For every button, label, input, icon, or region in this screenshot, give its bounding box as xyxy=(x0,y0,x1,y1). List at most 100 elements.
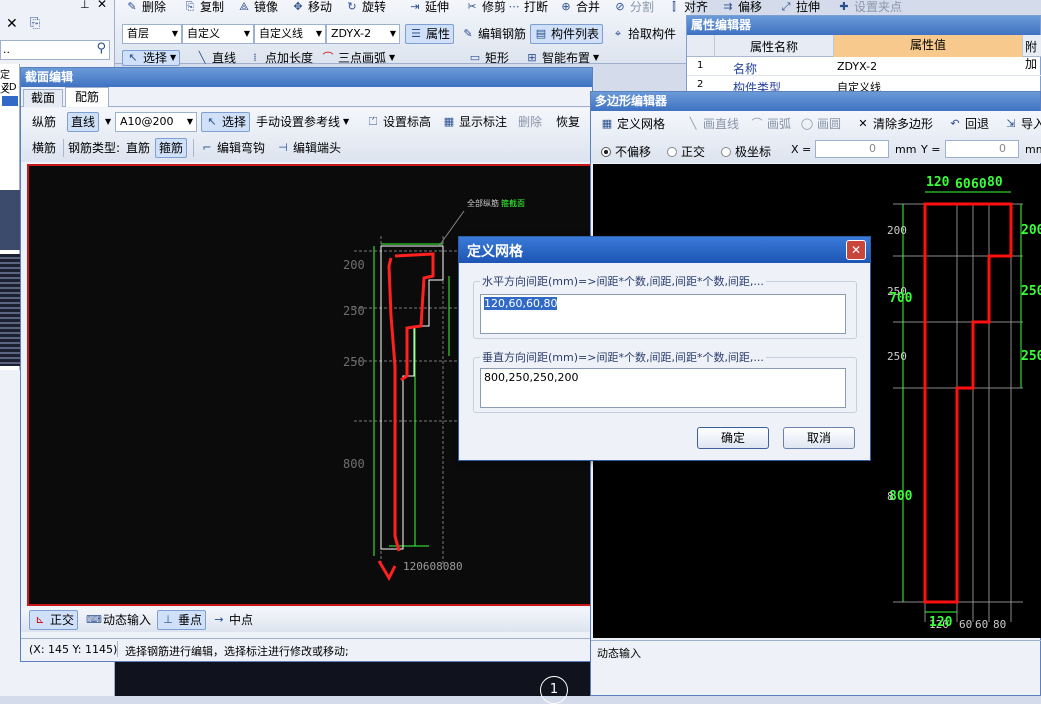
delete-button[interactable]: 删除 xyxy=(515,112,545,132)
close-icon[interactable]: ✕ xyxy=(97,0,107,11)
point-length-button[interactable]: ⁞ 点加长度 xyxy=(245,50,316,66)
radio-polar[interactable]: 极坐标 xyxy=(721,143,771,160)
radio-no-offset[interactable]: 不偏移 xyxy=(601,143,651,160)
import-button[interactable]: ⇲ 导入 xyxy=(1001,114,1041,134)
ok-button[interactable]: 确定 xyxy=(697,427,769,449)
ortho-button[interactable]: ⊾ 正交 xyxy=(29,610,79,630)
search-icon[interactable]: ⚲ xyxy=(96,41,106,56)
cancel-button[interactable]: 取消 xyxy=(783,427,855,449)
perpendicular-button[interactable]: ⊥ 垂点 xyxy=(157,610,207,630)
define-grid-button[interactable]: ▦ 定义网格 xyxy=(597,114,668,134)
x-input[interactable]: 0 xyxy=(815,140,889,158)
edit-rebar-button[interactable]: ✎ 编辑钢筋 xyxy=(458,24,529,44)
three-point-arc-button[interactable]: ⌒ 三点画弧 ▼ xyxy=(318,50,398,66)
toolbar-label-4: 旋转 xyxy=(362,0,387,14)
radio-ortho[interactable]: 正交 xyxy=(667,143,705,160)
perpendicular-label: 垂点 xyxy=(178,613,203,627)
pick-component-button[interactable]: ⌖ 拾取构件 xyxy=(608,24,679,44)
tab-section[interactable]: 截面 xyxy=(23,89,63,107)
select-tool-button[interactable]: ↖ 选择 ▼ xyxy=(122,50,181,66)
radio-icon xyxy=(721,146,731,157)
vertical-spacing-input[interactable]: 800,250,250,200 xyxy=(480,368,846,408)
rebar-spec-value: A10@200 xyxy=(120,115,174,128)
horizontal-spacing-input[interactable]: 120,60,60,80 xyxy=(480,294,846,334)
floor-value: 首层 xyxy=(127,27,149,40)
chevron-down-icon[interactable]: ▼ xyxy=(105,117,111,126)
toolbar-button-4[interactable]: ↻ 旋转 xyxy=(342,0,389,17)
component-list-button[interactable]: ▤ 构件列表 xyxy=(530,24,604,44)
stirrup-button[interactable]: 箍筋 xyxy=(155,138,188,158)
show-dim-button[interactable]: ▦ 显示标注 xyxy=(439,112,510,132)
polygon-shape[interactable] xyxy=(923,202,1013,604)
edit-hook-button[interactable]: ⌐ 编辑弯钩 xyxy=(197,138,268,158)
dynamic-input-icon: ⌨ xyxy=(86,613,102,626)
toolbar-button-2[interactable]: ⟁ 镜像 xyxy=(234,0,281,17)
property-value[interactable]: ZDYX-2 xyxy=(837,60,877,73)
toolbar-icon-9: ⊘ xyxy=(615,0,625,13)
dynamic-input-button[interactable]: ⌨ 动态输入 xyxy=(83,610,154,630)
bar-type-label: 钢筋类型: xyxy=(68,141,121,155)
y-input[interactable]: 0 xyxy=(945,140,1019,158)
list-icon: ▤ xyxy=(535,27,547,40)
chevron-down-icon: ▼ xyxy=(389,29,396,38)
toolbar-button-7[interactable]: ⋯ 打断 xyxy=(504,0,551,17)
property-button[interactable]: ☰ 属性 xyxy=(405,24,455,44)
toolbar-icon-1: ⎘ xyxy=(185,0,195,13)
restore-button[interactable]: 恢复 xyxy=(553,112,583,132)
midpoint-icon: → xyxy=(214,613,224,626)
toolbar-label-3: 移动 xyxy=(308,0,333,14)
status-bar: (X: 145 Y: 1145) 选择钢筋进行编辑，选择标注进行修改或移动; xyxy=(21,638,594,660)
undo-button[interactable]: ↶ 回退 xyxy=(945,114,992,134)
toolbar-button-0[interactable]: ✎ 删除 xyxy=(122,0,169,17)
show-dim-label: 显示标注 xyxy=(459,115,508,129)
toolbar-button-5[interactable]: ⇥ 延伸 xyxy=(405,0,452,17)
toolbar-button-1[interactable]: ⎘ 复制 xyxy=(180,0,227,17)
rectangle-button[interactable]: ▭ 矩形 xyxy=(465,50,512,66)
toolbar-button-9[interactable]: ⊘ 分割 xyxy=(610,0,657,17)
tree-item-zd[interactable]: ZD xyxy=(2,82,17,93)
pin-icon[interactable]: ⊥ xyxy=(80,0,90,11)
dialog-close-button[interactable]: ✕ xyxy=(846,240,866,260)
svg-text:200: 200 xyxy=(343,258,365,272)
close-icon[interactable]: ✕ xyxy=(6,16,18,32)
copy-icon[interactable]: ⎘ xyxy=(30,16,40,31)
toolbar-button-6[interactable]: ✂ 修剪 xyxy=(462,0,509,17)
edit-end-button[interactable]: ⊣ 编辑端头 xyxy=(273,138,344,158)
line-mode-button[interactable]: 直线 xyxy=(67,112,100,132)
midpoint-button[interactable]: → 中点 xyxy=(209,610,256,630)
svg-text:200: 200 xyxy=(1021,223,1041,238)
straight-bar-button[interactable]: 直筋 xyxy=(123,138,153,158)
line-tool-button[interactable]: ╲ 直线 xyxy=(192,50,239,66)
tab-reinforcement[interactable]: 配筋 xyxy=(65,87,109,107)
component-select[interactable]: ZDYX-2 ▼ xyxy=(326,24,400,44)
point-icon: ⁞ xyxy=(253,51,257,64)
svg-text:60: 60 xyxy=(955,177,971,192)
draw-arc-button[interactable]: ⌒ 画弧 xyxy=(747,114,794,134)
toolbar-label-9: 分割 xyxy=(630,0,655,14)
vertical-group: 垂直方向间距(mm)=>间距*个数,间距,间距*个数,间距,... 800,25… xyxy=(473,349,857,413)
search-field[interactable]: .. ⚲ xyxy=(0,40,110,60)
smart-layout-button[interactable]: ⊞ 智能布置 ▼ xyxy=(522,50,602,66)
set-elevation-button[interactable]: ⏍ 设置标高 xyxy=(363,112,434,132)
horizontal-group-label: 水平方向间距(mm)=>间距*个数,间距,间距*个数,间距,... xyxy=(480,273,766,289)
draw-circle-button[interactable]: ◯ 画圆 xyxy=(797,114,844,134)
rebar-spec-select[interactable]: A10@200 ▼ xyxy=(115,112,197,132)
toolbar-button-8[interactable]: ⊕ 合并 xyxy=(556,0,603,17)
select-tool-label: 选择 xyxy=(143,51,168,65)
draw-line-button[interactable]: ╲ 画直线 xyxy=(683,114,742,134)
svg-text:250: 250 xyxy=(1021,349,1041,364)
type-select[interactable]: 自定义线 ▼ xyxy=(254,24,326,44)
tree-item-selected[interactable] xyxy=(2,96,18,106)
clear-polygon-button[interactable]: ✕ 清除多边形 xyxy=(853,114,936,134)
ref-line-button[interactable]: 手动设置参考线 ▼ xyxy=(253,112,352,132)
arc-icon: ⌒ xyxy=(751,117,763,130)
toolbar-button-3[interactable]: ✥ 移动 xyxy=(288,0,335,17)
select-button[interactable]: ↖ 选择 xyxy=(201,112,251,132)
toolbar-label-8: 合并 xyxy=(576,0,601,14)
component-list-label: 构件列表 xyxy=(551,27,600,41)
table-row[interactable]: 1 名称 ZDYX-2 xyxy=(687,58,1041,76)
property-editor-panel: 属性编辑器 属性名称 属性值 附加 1 名称 ZDYX-2 2 构件类型 自定义… xyxy=(686,15,1041,95)
floor-select[interactable]: 首层 ▼ xyxy=(122,24,182,44)
category-select[interactable]: 自定义 ▼ xyxy=(182,24,254,44)
dynamic-input-status[interactable]: 动态输入 xyxy=(597,645,641,661)
